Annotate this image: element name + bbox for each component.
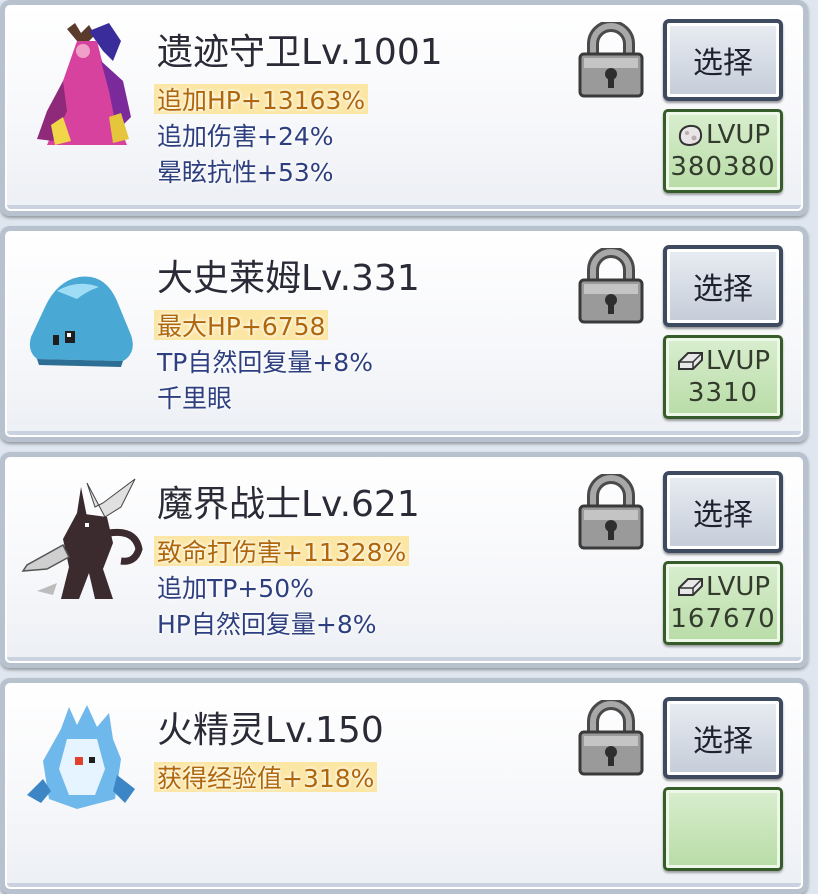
lock-icon[interactable] <box>575 22 647 100</box>
lvup-cost: 167670 <box>670 604 776 634</box>
lvup-cost: 380380 <box>670 152 776 182</box>
stat-primary: 最大HP+6758 <box>154 307 329 343</box>
stat-primary: 追加HP+13163% <box>154 81 369 117</box>
monster-name: 火精灵Lv.150 <box>157 710 384 751</box>
stat-primary: 致命打伤害+11328% <box>154 533 410 569</box>
lock-icon[interactable] <box>575 248 647 326</box>
monster-name: 大史莱姆Lv.331 <box>157 258 420 299</box>
lvup-button[interactable]: LVUP 167670 <box>663 561 783 645</box>
lock-icon[interactable] <box>575 700 647 778</box>
metal-ingot-icon <box>676 574 704 600</box>
stat-tertiary: 千里眼 <box>157 384 233 413</box>
monster-card-demon-warrior: 魔界战士Lv.621 致命打伤害+11328% 追加TP+50% HP自然回复量… <box>0 452 808 668</box>
select-button[interactable]: 选择 <box>663 19 783 101</box>
monster-card-fire-spirit: 火精灵Lv.150 获得经验值+318% 选择 <box>0 678 808 894</box>
stat-secondary: 追加伤害+24% <box>157 122 334 151</box>
lvup-cost: 3310 <box>687 378 759 408</box>
select-button[interactable]: 选择 <box>663 471 783 553</box>
lvup-label: LVUP <box>705 346 771 376</box>
stat-secondary: TP自然回复量+8% <box>157 348 373 377</box>
monster-name: 魔界战士Lv.621 <box>157 484 420 525</box>
lvup-button[interactable] <box>663 787 783 871</box>
lock-icon[interactable] <box>575 474 647 552</box>
lvup-label: LVUP <box>705 572 771 602</box>
stat-secondary: 追加TP+50% <box>157 574 314 603</box>
metal-ingot-icon <box>676 348 704 374</box>
monster-name: 遗迹守卫Lv.1001 <box>157 32 443 73</box>
monster-card-ruin-guardian: 遗迹守卫Lv.1001 追加HP+13163% 追加伤害+24% 晕眩抗性+53… <box>0 0 808 216</box>
stat-primary: 获得经验值+318% <box>154 759 378 795</box>
lvup-label: LVUP <box>705 120 771 150</box>
select-button[interactable]: 选择 <box>663 245 783 327</box>
monster-card-big-slime: 大史莱姆Lv.331 最大HP+6758 TP自然回复量+8% 千里眼 选择 L… <box>0 226 808 442</box>
stat-tertiary: 晕眩抗性+53% <box>157 158 334 187</box>
fire-spirit-sprite <box>17 699 147 829</box>
lvup-button[interactable]: LVUP 380380 <box>663 109 783 193</box>
demon-warrior-sprite <box>17 473 147 603</box>
lvup-button[interactable]: LVUP 3310 <box>663 335 783 419</box>
select-button[interactable]: 选择 <box>663 697 783 779</box>
ore-stone-icon <box>676 122 704 148</box>
stat-tertiary: HP自然回复量+8% <box>157 610 377 639</box>
big-slime-sprite <box>17 247 147 377</box>
ruin-guardian-sprite <box>17 21 147 151</box>
